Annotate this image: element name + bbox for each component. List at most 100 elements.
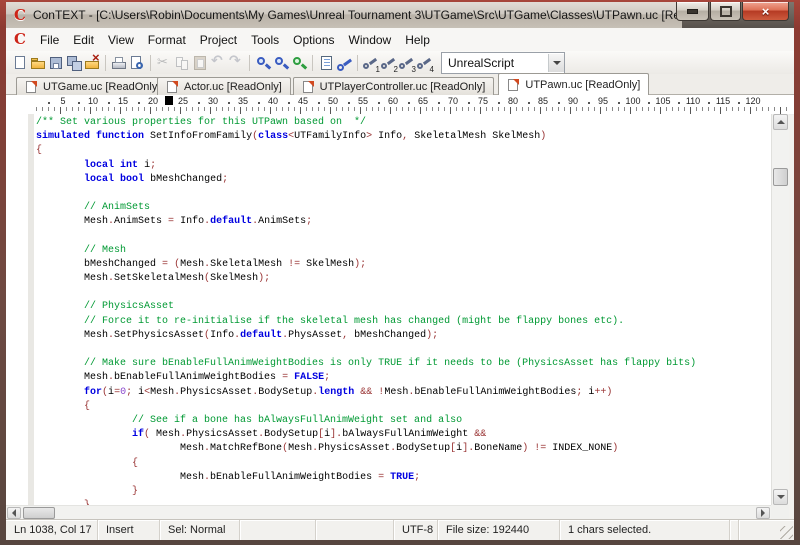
save-file-button[interactable] (47, 54, 65, 72)
tab-label: Actor.uc [ReadOnly] (184, 81, 282, 93)
tab-utplayercontroller-uc[interactable]: UTPlayerController.uc [ReadOnly] (293, 77, 495, 95)
arrow-left-icon (12, 509, 16, 517)
code-templates-button[interactable] (317, 54, 335, 72)
ruler-dot (678, 102, 680, 104)
scroll-left-button[interactable] (7, 507, 21, 519)
status-panel-6: File size: 192440 (438, 520, 560, 540)
user-command-2-button[interactable]: 2 (380, 54, 398, 72)
code-line: // See if a bone has bAlwaysFullAnimWeig… (36, 414, 771, 428)
minimize-icon (687, 9, 698, 14)
ruler-label: 45 (298, 96, 308, 106)
menu-window[interactable]: Window (342, 30, 399, 50)
ruler-label: 20 (148, 96, 158, 106)
code-line: Mesh.MatchRefBone(Mesh.PhysicsAsset.Body… (36, 442, 771, 456)
vertical-scrollbar-thumb[interactable] (773, 168, 788, 186)
ruler-dot (618, 102, 620, 104)
code-line: Mesh.SetPhysicsAsset(Info.default.PhysAs… (36, 329, 771, 343)
horizontal-scrollbar[interactable] (6, 505, 771, 520)
ruler-dot (78, 102, 80, 104)
close-file-button[interactable] (83, 54, 101, 72)
ruler-dot (408, 102, 410, 104)
ruler-dot (228, 102, 230, 104)
ruler-ticks (36, 107, 790, 114)
code-editor[interactable]: /** Set various properties for this UTPa… (6, 114, 771, 505)
ruler-label: 40 (268, 96, 278, 106)
menu-project[interactable]: Project (193, 30, 244, 50)
ruler-label: 100 (625, 96, 640, 106)
save-all-button[interactable] (65, 54, 83, 72)
toolbar-separator (245, 54, 254, 72)
context-app-icon: C (14, 8, 26, 23)
title-bar[interactable]: C ConTEXT - [C:\Users\Robin\Documents\My… (6, 2, 794, 29)
replace-button[interactable] (290, 54, 308, 72)
chevron-down-icon (553, 61, 561, 65)
toolbar: 1234 UnrealScript (6, 51, 794, 75)
status-panel-1: Insert (98, 520, 160, 540)
ruler-dot (318, 102, 320, 104)
find-next-button[interactable] (272, 54, 290, 72)
cut-button[interactable] (155, 54, 173, 72)
minimize-button[interactable] (676, 2, 709, 21)
code-line: { (36, 400, 771, 414)
environment-options-button[interactable] (335, 54, 353, 72)
user-command-1-button[interactable]: 1 (362, 54, 380, 72)
status-panel-4 (316, 520, 394, 540)
dropdown-button[interactable] (548, 54, 564, 72)
document-icon (302, 80, 315, 94)
menu-tools[interactable]: Tools (244, 30, 286, 50)
vertical-scrollbar[interactable] (771, 114, 789, 505)
ruler-label: 15 (118, 96, 128, 106)
scroll-up-button[interactable] (773, 114, 788, 130)
scroll-down-button[interactable] (773, 489, 788, 505)
user-command-3-button[interactable]: 3 (398, 54, 416, 72)
ruler-dot (48, 102, 50, 104)
toolbar-separator (308, 54, 317, 72)
redo-button[interactable] (227, 54, 245, 72)
tab-utpawn-uc[interactable]: UTPawn.uc [ReadOnly] (498, 73, 649, 95)
find-button[interactable] (254, 54, 272, 72)
resize-grip[interactable] (780, 526, 793, 539)
editor-gutter (28, 114, 34, 505)
ruler-dot (738, 102, 740, 104)
close-button[interactable]: × (742, 2, 789, 21)
copy-button[interactable] (173, 54, 191, 72)
syntax-highlighter-value: UnrealScript (442, 56, 548, 70)
code-line: local bool bMeshChanged; (36, 173, 771, 187)
undo-button[interactable] (209, 54, 227, 72)
horizontal-scrollbar-thumb[interactable] (23, 507, 55, 519)
arrow-down-icon (777, 495, 785, 499)
menu-view[interactable]: View (101, 30, 141, 50)
code-line: Mesh.AnimSets = Info.default.AnimSets; (36, 215, 771, 229)
status-panel-3 (240, 520, 316, 540)
open-file-button[interactable] (29, 54, 47, 72)
menu-format[interactable]: Format (141, 30, 193, 50)
tab-actor-uc[interactable]: Actor.uc [ReadOnly] (157, 77, 291, 95)
print-button[interactable] (110, 54, 128, 72)
new-file-button[interactable] (11, 54, 29, 72)
tab-utgame-uc[interactable]: UTGame.uc [ReadOnly] (16, 77, 169, 95)
menu-options[interactable]: Options (286, 30, 341, 50)
toolbar-separator (101, 54, 110, 72)
code-line: { (36, 457, 771, 471)
print-preview-button[interactable] (128, 54, 146, 72)
menu-file[interactable]: File (33, 30, 66, 50)
menu-help[interactable]: Help (398, 30, 437, 50)
ruler-dot (198, 102, 200, 104)
status-panel-0: Ln 1038, Col 17 (6, 520, 98, 540)
window-controls: × (675, 2, 789, 21)
syntax-highlighter-select[interactable]: UnrealScript (441, 52, 565, 74)
paste-button[interactable] (191, 54, 209, 72)
ruler-dot (348, 102, 350, 104)
ruler-dot (588, 102, 590, 104)
code-line: { (36, 144, 771, 158)
user-command-4-button[interactable]: 4 (416, 54, 434, 72)
close-icon: × (762, 5, 770, 18)
scroll-right-button[interactable] (756, 507, 770, 519)
maximize-button[interactable] (710, 2, 741, 21)
ruler-dot (378, 102, 380, 104)
ruler-dot (528, 102, 530, 104)
ruler-label: 110 (686, 96, 700, 106)
menu-edit[interactable]: Edit (66, 30, 101, 50)
ruler-dot (558, 102, 560, 104)
code-line (36, 286, 771, 300)
